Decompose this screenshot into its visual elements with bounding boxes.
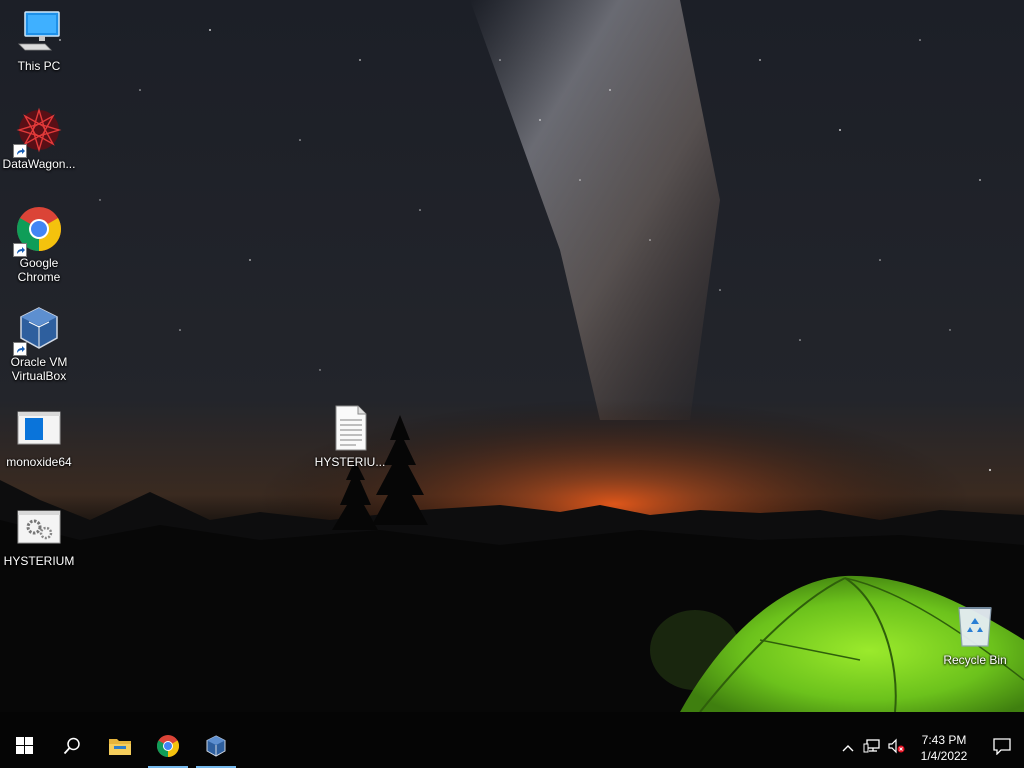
chrome-icon bbox=[156, 734, 180, 763]
application-window-icon bbox=[15, 404, 63, 452]
action-center-icon bbox=[993, 737, 1011, 760]
network-icon bbox=[863, 738, 881, 759]
network-button[interactable] bbox=[860, 728, 884, 768]
datawagon-icon bbox=[13, 106, 63, 158]
desktop-icon-this-pc[interactable]: This PC bbox=[1, 8, 77, 73]
taskbar-chrome-button[interactable] bbox=[144, 728, 192, 768]
desktop-icon-label: Recycle Bin bbox=[943, 653, 1007, 667]
virtualbox-icon bbox=[204, 734, 228, 763]
taskbar-clock[interactable]: 7:43 PM 1/4/2022 bbox=[908, 728, 980, 768]
chevron-up-icon bbox=[842, 739, 854, 757]
shortcut-arrow-icon bbox=[13, 342, 27, 356]
desktop-icon-oracle-vm-virtualbox[interactable]: Oracle VM VirtualBox bbox=[1, 304, 77, 383]
desktop-wallpaper bbox=[0, 0, 1024, 728]
desktop-icon-recycle-bin[interactable]: Recycle Bin bbox=[937, 602, 1013, 667]
file-explorer-icon bbox=[108, 736, 132, 761]
action-center-button[interactable] bbox=[980, 728, 1024, 768]
computer-icon bbox=[15, 8, 63, 56]
system-tray: 7:43 PM 1/4/2022 bbox=[836, 728, 1024, 768]
search-button[interactable] bbox=[48, 728, 96, 768]
windows-logo-icon bbox=[15, 737, 33, 759]
shortcut-arrow-icon bbox=[13, 144, 27, 158]
desktop-icon-hysterium-file[interactable]: HYSTERIU... bbox=[312, 404, 388, 469]
desktop-icon-label: DataWagon... bbox=[2, 157, 76, 171]
taskbar: 7:43 PM 1/4/2022 bbox=[0, 728, 1024, 768]
search-icon bbox=[63, 737, 81, 760]
desktop-icon-label: monoxide64 bbox=[6, 455, 72, 469]
desktop-icon-label: Google Chrome bbox=[17, 256, 61, 284]
taskbar-file-explorer-button[interactable] bbox=[96, 728, 144, 768]
taskbar-virtualbox-button[interactable] bbox=[192, 728, 240, 768]
volume-muted-icon bbox=[887, 738, 905, 759]
desktop-icon-hysterium[interactable]: HYSTERIUM bbox=[1, 503, 77, 568]
text-document-icon bbox=[326, 404, 374, 452]
desktop-icon-datawagon[interactable]: DataWagon... bbox=[1, 106, 77, 171]
desktop-icon-label: HYSTERIU... bbox=[314, 455, 386, 469]
shortcut-arrow-icon bbox=[13, 243, 27, 257]
start-button[interactable] bbox=[0, 728, 48, 768]
chrome-icon bbox=[13, 205, 63, 257]
desktop-icon-monoxide64[interactable]: monoxide64 bbox=[1, 404, 77, 469]
desktop-icon-label: This PC bbox=[17, 59, 61, 73]
show-hidden-icons-button[interactable] bbox=[836, 728, 860, 768]
gear-settings-icon bbox=[15, 503, 63, 551]
clock-date: 1/4/2022 bbox=[920, 749, 968, 763]
virtualbox-icon bbox=[13, 304, 63, 356]
recycle-bin-icon bbox=[951, 602, 999, 650]
volume-button[interactable] bbox=[884, 728, 908, 768]
desktop-icon-label: Oracle VM VirtualBox bbox=[10, 355, 68, 383]
desktop-icon-google-chrome[interactable]: Google Chrome bbox=[1, 205, 77, 284]
clock-time: 7:43 PM bbox=[921, 733, 967, 747]
desktop-icon-label: HYSTERIUM bbox=[3, 554, 75, 568]
